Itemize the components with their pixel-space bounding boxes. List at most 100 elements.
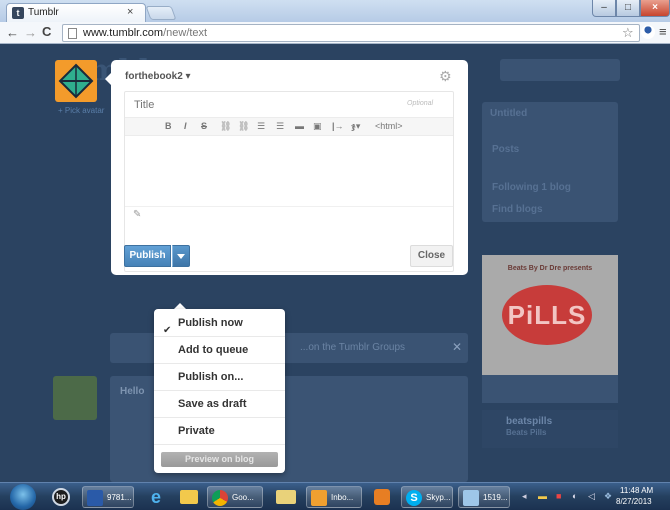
publish-menu: ✔ Publish now Add to queue Publish on...… [154, 309, 285, 473]
reload-icon[interactable]: C [42, 24, 51, 39]
bold-icon[interactable]: B [165, 121, 172, 131]
window-minimize-button[interactable]: – [592, 0, 616, 17]
profile-icon[interactable] [641, 25, 655, 39]
tab-title: Tumblr [28, 7, 59, 18]
menu-item-save-as-draft[interactable]: Save as draft [154, 391, 285, 418]
sidebar-item-following[interactable]: Following 1 blog [492, 182, 571, 193]
outlook-icon [311, 490, 327, 506]
page-icon [68, 28, 77, 39]
taskbar-paint[interactable]: 1519... [458, 486, 510, 508]
post-body-area[interactable] [125, 136, 453, 206]
taskbar-label: 9781... [107, 493, 132, 502]
promo-user[interactable]: beatspills Beats Pills [482, 410, 618, 448]
menu-item-label: Publish on... [178, 371, 244, 383]
tag-row [125, 206, 453, 207]
forward-arrow-icon[interactable]: → [24, 25, 37, 40]
strikethrough-icon[interactable]: S [201, 121, 207, 131]
tray-network-icon[interactable]: ❖ [604, 491, 612, 502]
browser-tab[interactable]: t Tumblr × [6, 3, 146, 22]
sidebar: Untitled Posts Following 1 blog Find blo… [482, 102, 618, 222]
window-maximize-button[interactable]: □ [616, 0, 640, 17]
tray-folder-icon[interactable]: ▬ [538, 491, 547, 501]
blog-avatar[interactable] [55, 60, 97, 102]
italic-icon[interactable]: I [184, 121, 187, 131]
browser-toolbar: ← → C www.tumblr.com/new/text [0, 22, 670, 44]
new-tab-button[interactable] [145, 6, 177, 20]
hp-icon[interactable]: hp [48, 486, 74, 508]
paint-icon [463, 490, 479, 506]
folder-icon[interactable] [176, 486, 202, 508]
preview-on-blog-button[interactable]: Preview on blog [161, 452, 278, 467]
blog-selector[interactable]: forthebook2 ▾ [125, 71, 191, 82]
windows-taskbar: hp 9781... e Goo... Inbo... S Skyp... 15… [0, 482, 670, 510]
taskbar-skype[interactable]: S Skyp... [401, 486, 453, 508]
url-text: www.tumblr.com/new/text [83, 27, 207, 39]
menu-item-label: Private [178, 425, 215, 437]
new-post-card: forthebook2 ▾ ⚙ Optional B I S ⛓ ⛓ ☰ ☰ ▬… [111, 60, 468, 275]
ie-icon[interactable]: e [143, 486, 169, 508]
tray-security-icon[interactable]: ■ [556, 491, 561, 501]
menu-item-label: Publish now [178, 317, 243, 329]
search-input[interactable] [500, 59, 620, 81]
format-toolbar: B I S ⛓ ⛓ ☰ ☰ ▬ ▣ |→ ჯ▾ <html> [125, 118, 453, 136]
gear-icon[interactable]: ⚙ [439, 68, 452, 85]
sidebar-item-find-blogs[interactable]: Find blogs [492, 204, 543, 215]
numbered-list-icon[interactable]: ☰ [276, 121, 284, 132]
tab-close-icon[interactable]: × [127, 6, 133, 18]
promo-card[interactable]: Beats By Dr Dre presents PiLLS [482, 255, 618, 375]
pick-avatar-link[interactable]: + Pick avatar [58, 106, 104, 115]
notice-text: ...on the Tumblr Groups [300, 342, 406, 353]
quote-icon[interactable]: ▬ [295, 121, 304, 131]
media-icon[interactable] [369, 486, 395, 508]
menu-item-publish-on[interactable]: Publish on... [154, 364, 285, 391]
link-icon[interactable]: ⛓ [220, 121, 231, 132]
promo-actions [482, 375, 618, 403]
read-more-icon[interactable]: |→ [332, 121, 344, 131]
spellcheck-icon[interactable]: ჯ▾ [351, 121, 360, 132]
menu-item-private[interactable]: Private [154, 418, 285, 445]
clock-date[interactable]: 8/27/2013 [616, 497, 652, 506]
publish-options-button[interactable] [172, 245, 190, 267]
tag-icon[interactable]: ✎ [133, 209, 141, 220]
clock-time[interactable]: 11:48 AM [620, 486, 653, 495]
menu-item-publish-now[interactable]: ✔ Publish now [154, 310, 285, 337]
chrome-icon [212, 490, 228, 506]
taskbar-label: Inbo... [331, 493, 354, 502]
taskbar-label: Goo... [232, 493, 254, 502]
sidebar-item-posts[interactable]: Posts [492, 144, 519, 155]
taskbar-word[interactable]: 9781... [82, 486, 134, 508]
promo-image: PiLLS [502, 285, 592, 345]
tray-bluetooth-icon[interactable]: ◐ [572, 491, 577, 501]
tray-volume-icon[interactable]: ◁ [588, 491, 595, 502]
title-input[interactable] [125, 92, 453, 118]
promo-title: Beats By Dr Dre presents [507, 265, 593, 272]
file-manager-icon[interactable] [272, 486, 300, 508]
back-arrow-icon[interactable]: ← [6, 25, 19, 40]
sidebar-blog-title[interactable]: Untitled [490, 108, 527, 119]
bullet-list-icon[interactable]: ☰ [257, 121, 265, 132]
url-host: www.tumblr.com [83, 27, 164, 39]
menu-item-add-to-queue[interactable]: Add to queue [154, 337, 285, 364]
avatar-diamond-icon [58, 63, 94, 99]
bookmark-star-icon[interactable]: ☆ [622, 25, 634, 41]
unlink-icon[interactable]: ⛓ [238, 121, 249, 132]
word-icon [87, 490, 103, 506]
notice-close-icon[interactable]: ✕ [452, 340, 462, 354]
publish-button[interactable]: Publish [124, 245, 171, 267]
close-button[interactable]: Close [410, 245, 453, 267]
skype-icon: S [406, 490, 422, 506]
post-title: Hello [120, 386, 145, 397]
window-close-button[interactable]: × [640, 0, 670, 17]
image-icon[interactable]: ▣ [313, 121, 322, 132]
start-button[interactable] [10, 484, 36, 510]
html-mode-button[interactable]: <html> [375, 121, 403, 131]
taskbar-label: Skyp... [426, 493, 451, 502]
browser-menu-icon[interactable]: ≡ [659, 24, 667, 39]
taskbar-outlook[interactable]: Inbo... [306, 486, 362, 508]
browser-tab-bar: t Tumblr × – □ × [0, 0, 670, 22]
post-avatar [53, 376, 97, 420]
taskbar-chrome[interactable]: Goo... [207, 486, 263, 508]
tray-chevron-icon[interactable]: ◂ [522, 491, 527, 502]
taskbar-label: 1519... [483, 493, 508, 502]
address-bar[interactable]: www.tumblr.com/new/text [62, 24, 640, 42]
